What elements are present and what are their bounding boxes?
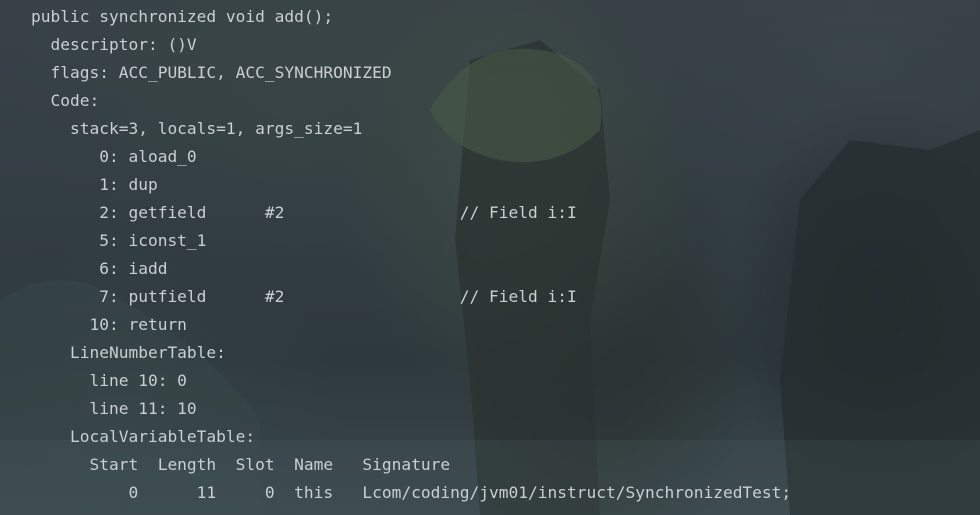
code-line-instruction: 7: putfield #2 // Field i:I bbox=[31, 287, 577, 306]
code-line-descriptor: descriptor: ()V bbox=[31, 35, 197, 54]
code-line-instruction: 0: aload_0 bbox=[31, 147, 197, 166]
code-line-method-signature: public synchronized void add(); bbox=[31, 7, 334, 26]
code-line-local-variable-columns: Start Length Slot Name Signature bbox=[31, 455, 451, 474]
code-line-flags: flags: ACC_PUBLIC, ACC_SYNCHRONIZED bbox=[31, 63, 392, 82]
code-line-local-variable-row: 0 11 0 this Lcom/coding/jvm01/instruct/S… bbox=[31, 483, 792, 502]
javap-bytecode-listing: public synchronized void add(); descript… bbox=[31, 3, 791, 507]
code-line-instruction: 1: dup bbox=[31, 175, 158, 194]
code-line-line-number-entry: line 11: 10 bbox=[31, 399, 197, 418]
code-line-line-number-table-header: LineNumberTable: bbox=[31, 343, 226, 362]
code-line-instruction: 2: getfield #2 // Field i:I bbox=[31, 203, 577, 222]
code-line-instruction: 10: return bbox=[31, 315, 187, 334]
terminal-window: public synchronized void add(); descript… bbox=[0, 0, 980, 515]
code-line-code-header: Code: bbox=[31, 91, 100, 110]
code-line-instruction: 6: iadd bbox=[31, 259, 168, 278]
code-line-stack-info: stack=3, locals=1, args_size=1 bbox=[31, 119, 363, 138]
code-line-instruction: 5: iconst_1 bbox=[31, 231, 207, 250]
code-line-line-number-entry: line 10: 0 bbox=[31, 371, 187, 390]
code-line-local-variable-table-header: LocalVariableTable: bbox=[31, 427, 256, 446]
